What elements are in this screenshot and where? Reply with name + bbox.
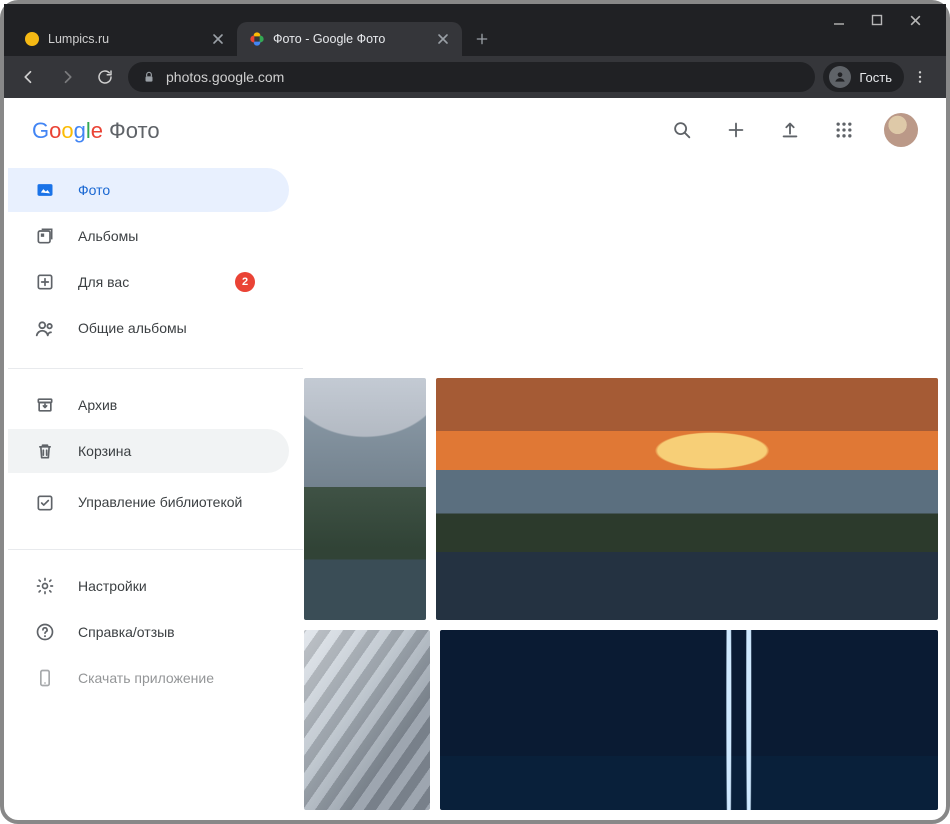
photo-row bbox=[304, 378, 938, 620]
sidebar-item-settings[interactable]: Настройки bbox=[8, 564, 289, 608]
close-icon[interactable] bbox=[211, 32, 225, 46]
page: Google Фото Фото Альбомы Для вас 2 Общие… bbox=[8, 98, 942, 816]
brand[interactable]: Google Фото bbox=[8, 98, 303, 168]
nav-label: Общие альбомы bbox=[78, 320, 187, 336]
nav-group-main: Фото Альбомы Для вас 2 Общие альбомы bbox=[8, 168, 303, 350]
separator bbox=[8, 549, 303, 550]
photo-thumbnail[interactable] bbox=[436, 378, 938, 620]
guest-label: Гость bbox=[859, 70, 892, 85]
photo-thumbnail[interactable] bbox=[304, 630, 430, 810]
account-avatar[interactable] bbox=[884, 113, 918, 147]
product-name: Фото bbox=[109, 118, 160, 144]
url-text: photos.google.com bbox=[166, 69, 284, 85]
nav-group-secondary: Архив Корзина Управление библиотекой bbox=[8, 383, 303, 531]
forward-button[interactable] bbox=[52, 62, 82, 92]
upload-button[interactable] bbox=[776, 116, 804, 144]
shared-albums-icon bbox=[34, 317, 56, 339]
tab-title: Фото - Google Фото bbox=[273, 32, 385, 46]
maximize-icon[interactable] bbox=[871, 14, 883, 27]
help-icon bbox=[34, 621, 56, 643]
browser-toolbar: photos.google.com Гость bbox=[4, 56, 946, 98]
address-bar[interactable]: photos.google.com bbox=[128, 62, 815, 92]
sidebar-item-albums[interactable]: Альбомы bbox=[8, 214, 289, 258]
sidebar-item-trash[interactable]: Корзина bbox=[8, 429, 289, 473]
settings-icon bbox=[34, 575, 56, 597]
download-app-icon bbox=[34, 667, 56, 689]
main-content bbox=[304, 98, 942, 816]
sidebar-item-shared[interactable]: Общие альбомы bbox=[8, 306, 289, 350]
nav-label: Фото bbox=[78, 182, 110, 198]
apps-button[interactable] bbox=[830, 116, 858, 144]
badge-count: 2 bbox=[235, 272, 255, 292]
browser-tab[interactable]: Lumpics.ru bbox=[12, 22, 237, 56]
browser-menu-button[interactable] bbox=[912, 69, 936, 85]
nav-label: Архив bbox=[78, 397, 117, 413]
photo-thumbnail[interactable] bbox=[304, 378, 426, 620]
profile-chip[interactable]: Гость bbox=[823, 62, 904, 92]
tab-title: Lumpics.ru bbox=[48, 32, 109, 46]
sidebar-item-help[interactable]: Справка/отзыв bbox=[8, 610, 289, 654]
favicon bbox=[24, 31, 40, 47]
back-button[interactable] bbox=[14, 62, 44, 92]
for-you-icon bbox=[34, 271, 56, 293]
google-logo: Google bbox=[32, 118, 103, 144]
lock-icon bbox=[142, 70, 156, 84]
nav-label: Настройки bbox=[78, 578, 147, 594]
library-manage-icon bbox=[34, 492, 56, 514]
guest-avatar-icon bbox=[829, 66, 851, 88]
archive-icon bbox=[34, 394, 56, 416]
window-controls bbox=[833, 4, 938, 27]
sidebar-item-download-app[interactable]: Скачать приложение bbox=[8, 656, 289, 700]
nav-group-footer: Настройки Справка/отзыв Скачать приложен… bbox=[8, 564, 303, 700]
trash-icon bbox=[34, 440, 56, 462]
nav-label: Справка/отзыв bbox=[78, 624, 175, 640]
reload-button[interactable] bbox=[90, 62, 120, 92]
search-button[interactable] bbox=[668, 116, 696, 144]
create-button[interactable] bbox=[722, 116, 750, 144]
nav-label: Управление библиотекой bbox=[78, 494, 242, 512]
sidebar-item-archive[interactable]: Архив bbox=[8, 383, 289, 427]
photo-grid bbox=[304, 378, 942, 816]
nav-label: Корзина bbox=[78, 443, 131, 459]
close-icon[interactable] bbox=[436, 32, 450, 46]
new-tab-button[interactable] bbox=[468, 25, 496, 53]
nav-label: Для вас bbox=[78, 274, 129, 290]
browser-tab-active[interactable]: Фото - Google Фото bbox=[237, 22, 462, 56]
sidebar-item-library[interactable]: Управление библиотекой bbox=[8, 475, 289, 531]
photo-thumbnail[interactable] bbox=[440, 630, 938, 810]
photo-row bbox=[304, 630, 938, 810]
close-window-icon[interactable] bbox=[909, 14, 922, 27]
favicon bbox=[249, 31, 265, 47]
separator bbox=[8, 368, 303, 369]
nav-label: Альбомы bbox=[78, 228, 138, 244]
app-toolbar bbox=[304, 98, 942, 162]
albums-icon bbox=[34, 225, 56, 247]
sidebar-item-for-you[interactable]: Для вас 2 bbox=[8, 260, 289, 304]
sidebar-item-photos[interactable]: Фото bbox=[8, 168, 289, 212]
photos-icon bbox=[34, 179, 56, 201]
browser-titlebar: Lumpics.ru Фото - Google Фото bbox=[4, 4, 946, 56]
sidebar: Google Фото Фото Альбомы Для вас 2 Общие… bbox=[8, 98, 304, 816]
nav-label: Скачать приложение bbox=[78, 670, 214, 686]
minimize-icon[interactable] bbox=[833, 14, 845, 27]
